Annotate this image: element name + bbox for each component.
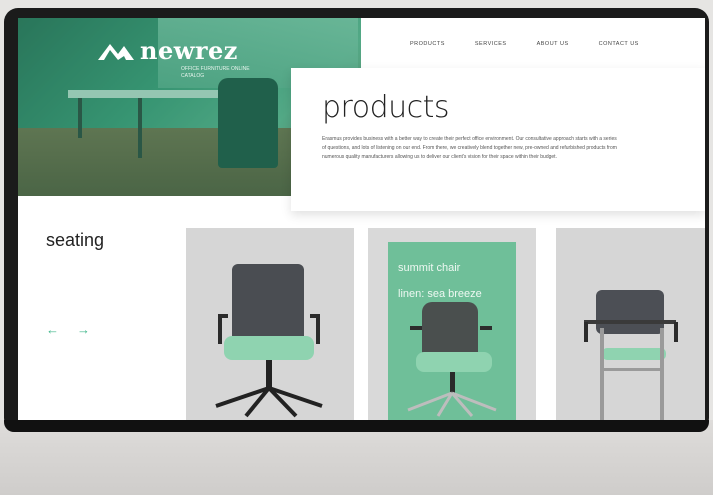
brand-name: newrez — [140, 36, 238, 65]
nav-item-contact-us[interactable]: CONTACT US — [599, 41, 639, 47]
products-intro-card: products Erasmus provides business with … — [291, 68, 705, 211]
monitor-bezel — [4, 420, 709, 432]
page-title: products — [322, 90, 450, 125]
arrow-right-icon[interactable]: → — [77, 323, 90, 336]
nav-item-products[interactable]: PRODUCTS — [410, 41, 445, 47]
brand-logo[interactable]: newrez — [96, 36, 238, 65]
mesh-chair-image — [407, 302, 497, 417]
arrow-left-icon[interactable]: ← — [46, 323, 59, 336]
carousel-controls: ← → — [46, 323, 90, 336]
product-card-summit-chair[interactable]: summit chair linen: sea breeze — [368, 228, 536, 420]
section-title-seating: seating — [46, 230, 105, 250]
products-description: Erasmus provides business with a better … — [322, 136, 617, 160]
top-nav: PRODUCTS SERVICES ABOUT US CONTACT US — [410, 41, 639, 47]
nav-item-services[interactable]: SERVICES — [475, 41, 507, 47]
office-chair-image — [215, 264, 323, 418]
brand-tagline: OFFICE FURNITURE ONLINE CATALOG — [181, 66, 250, 79]
nav-item-about-us[interactable]: ABOUT US — [537, 41, 569, 47]
website-screen: newrez OFFICE FURNITURE ONLINE CATALOG P… — [18, 18, 705, 420]
product-card[interactable] — [556, 228, 705, 420]
guest-chair-image — [584, 290, 678, 420]
product-card[interactable] — [186, 228, 354, 420]
logo-mark-icon — [96, 40, 136, 62]
